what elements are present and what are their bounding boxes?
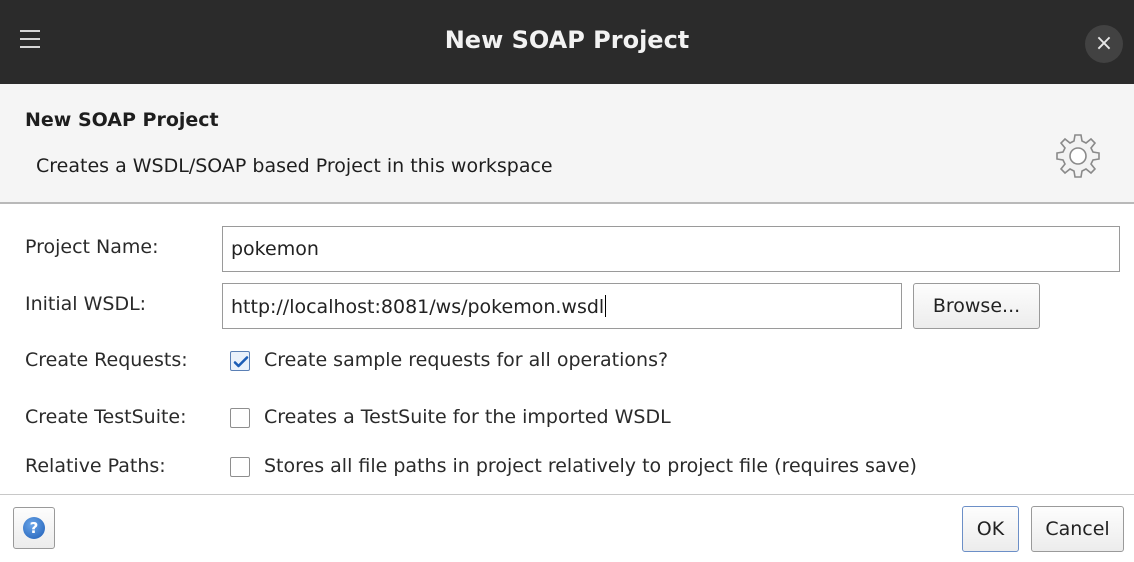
footer-divider bbox=[0, 494, 1134, 495]
window-title: New SOAP Project bbox=[444, 26, 690, 54]
cancel-button[interactable]: Cancel bbox=[1031, 506, 1124, 552]
gear-icon bbox=[1056, 134, 1100, 178]
initial-wsdl-input[interactable]: http://localhost:8081/ws/pokemon.wsdl bbox=[222, 283, 902, 329]
create-testsuite-checkbox[interactable] bbox=[230, 408, 250, 428]
project-name-label: Project Name: bbox=[25, 236, 159, 258]
relative-paths-text: Stores all file paths in project relativ… bbox=[264, 455, 917, 477]
checkmark-icon bbox=[233, 356, 249, 368]
text-caret bbox=[605, 295, 607, 317]
relative-paths-label: Relative Paths: bbox=[25, 455, 166, 477]
header-divider bbox=[0, 202, 1134, 204]
browse-button[interactable]: Browse... bbox=[913, 283, 1040, 329]
project-name-input[interactable]: pokemon bbox=[222, 226, 1120, 272]
header-title: New SOAP Project bbox=[25, 109, 219, 131]
close-button[interactable]: × bbox=[1085, 25, 1123, 63]
create-requests-label: Create Requests: bbox=[25, 349, 188, 371]
ok-button[interactable]: OK bbox=[962, 506, 1019, 552]
close-icon: × bbox=[1094, 31, 1114, 56]
create-testsuite-label: Create TestSuite: bbox=[25, 406, 187, 428]
initial-wsdl-value: http://localhost:8081/ws/pokemon.wsdl bbox=[231, 296, 605, 318]
help-button[interactable]: ? bbox=[13, 507, 55, 549]
dialog-header: New SOAP Project Creates a WSDL/SOAP bas… bbox=[0, 84, 1134, 202]
create-requests-text: Create sample requests for all operation… bbox=[264, 349, 669, 371]
create-requests-checkbox[interactable] bbox=[230, 351, 250, 371]
create-testsuite-text: Creates a TestSuite for the imported WSD… bbox=[264, 406, 671, 428]
relative-paths-checkbox[interactable] bbox=[230, 457, 250, 477]
window-titlebar: New SOAP Project × bbox=[0, 0, 1134, 84]
help-icon: ? bbox=[23, 517, 45, 539]
initial-wsdl-label: Initial WSDL: bbox=[25, 293, 147, 315]
header-description: Creates a WSDL/SOAP based Project in thi… bbox=[36, 155, 553, 177]
